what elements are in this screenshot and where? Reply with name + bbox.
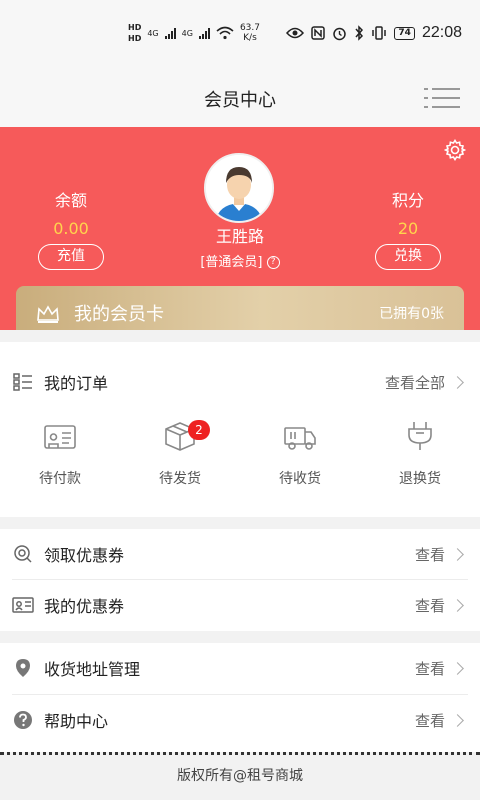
coupon-card-icon [12, 594, 34, 616]
chevron-right-icon [451, 598, 464, 612]
network-type: 4G [181, 28, 193, 38]
order-status-bar: 待付款 待发货 待收货 退换货 [0, 418, 480, 502]
help-view-link[interactable]: 查看 [415, 710, 445, 731]
battery-icon: 74 [394, 26, 415, 40]
chevron-right-icon [451, 713, 464, 727]
get-coupon-view-link[interactable]: 查看 [415, 544, 445, 565]
net-speed-value: 63.7 [239, 23, 260, 33]
member-level-text: [普通会员] [200, 255, 263, 270]
pending-shipment-badge: 2 [188, 420, 210, 440]
my-coupon-row[interactable]: 我的优惠券 查看 [12, 580, 468, 630]
order-list-icon [12, 371, 34, 393]
hd-indicator: HD [128, 23, 142, 32]
signal-icon [198, 27, 210, 39]
member-card[interactable]: 我的会员卡 已拥有0张 [16, 286, 464, 330]
help-row[interactable]: 帮助中心 查看 [12, 695, 468, 745]
alarm-icon [333, 27, 347, 40]
crown-icon [37, 305, 59, 323]
points-block: 积分 20 兑换 [343, 187, 473, 270]
get-coupon-label: 领取优惠券 [44, 546, 125, 565]
order-pending-receipt-label: 待收货 [279, 471, 321, 487]
avatar-image [206, 155, 272, 221]
truck-icon [284, 427, 316, 450]
list-menu-button[interactable] [424, 86, 460, 110]
plug-exchange-icon [408, 422, 432, 450]
coupons-section: 领取优惠券 查看 我的优惠券 查看 [0, 529, 480, 631]
points-label: 积分 [391, 191, 424, 210]
help-label: 帮助中心 [44, 712, 109, 731]
orders-title: 我的订单 [44, 374, 109, 393]
view-all-orders-link[interactable]: 查看全部 [385, 372, 445, 393]
balance-label: 余额 [54, 191, 87, 210]
app-header: 会员中心 [0, 66, 480, 127]
bluetooth-icon [355, 25, 364, 41]
member-card-title: 我的会员卡 [74, 304, 164, 325]
location-pin-icon [12, 657, 34, 679]
hd-indicator: HD [128, 34, 142, 43]
coupon-search-icon [12, 543, 34, 565]
my-coupon-view-link[interactable]: 查看 [415, 595, 445, 616]
clock: 22:08 [421, 24, 462, 41]
service-section: 收货地址管理 查看 帮助中心 查看 [0, 643, 480, 752]
list-menu-icon [424, 88, 460, 108]
exchange-button[interactable]: 兑换 [375, 244, 441, 270]
avatar[interactable] [204, 153, 274, 223]
status-left: HD HD 4G 4G 63.7 K/s [128, 18, 260, 48]
gear-icon[interactable] [444, 139, 466, 161]
vibrate-icon [372, 26, 387, 40]
order-returns[interactable]: 退换货 [360, 418, 480, 502]
question-circle-icon [12, 709, 34, 731]
footer-copyright: 版权所有@租号商城 [0, 755, 480, 800]
wifi-icon [216, 26, 234, 40]
address-row[interactable]: 收货地址管理 查看 [12, 643, 468, 693]
net-speed-unit: K/s [243, 33, 257, 43]
status-bar: HD HD 4G 4G 63.7 K/s 74 22:08 [0, 0, 480, 66]
address-view-link[interactable]: 查看 [415, 658, 445, 679]
order-pending-shipment-label: 待发货 [159, 471, 201, 487]
eye-icon [286, 27, 305, 39]
chevron-right-icon [451, 661, 464, 675]
network-type: 4G [147, 28, 159, 38]
member-card-count: 已拥有0张 [379, 306, 444, 322]
status-right: 74 22:08 [286, 22, 462, 44]
chevron-right-icon [451, 375, 464, 389]
get-coupon-row[interactable]: 领取优惠券 查看 [12, 529, 468, 579]
orders-section: 我的订单 查看全部 待付款 待发货 待收货 退换货 [0, 342, 480, 517]
question-circle-icon[interactable]: ? [266, 256, 280, 269]
nfc-icon [311, 26, 326, 40]
order-returns-label: 退换货 [399, 471, 441, 487]
points-value: 20 [397, 219, 419, 238]
order-pending-shipment[interactable]: 待发货 [120, 418, 240, 502]
orders-header-row[interactable]: 我的订单 查看全部 [12, 357, 468, 407]
address-label: 收货地址管理 [44, 660, 141, 679]
order-pending-receipt[interactable]: 待收货 [240, 418, 360, 502]
order-pending-payment[interactable]: 待付款 [0, 418, 120, 502]
page-title: 会员中心 [204, 90, 276, 111]
my-coupon-label: 我的优惠券 [44, 597, 125, 616]
member-banner: 余额 0.00 充值 王胜路 [普通会员] ? 积分 20 兑换 我的会员卡 已… [0, 127, 480, 330]
signal-icon [164, 27, 176, 39]
order-pending-payment-label: 待付款 [39, 471, 81, 487]
chevron-right-icon [451, 547, 464, 561]
wallet-card-icon [44, 425, 76, 449]
